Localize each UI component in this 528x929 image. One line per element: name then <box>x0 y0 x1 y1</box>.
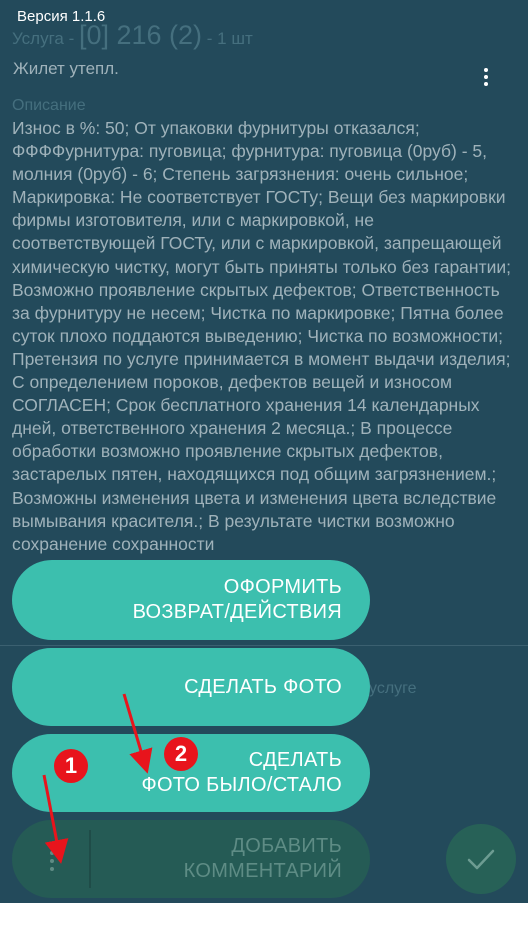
bottom-more-vert-icon[interactable] <box>40 846 64 876</box>
more-vert-icon[interactable] <box>474 60 498 94</box>
take-photo-label: СДЕЛАТЬ ФОТО <box>184 675 342 698</box>
service-label: Услуга - <box>12 29 79 48</box>
add-comment-label: ДОБАВИТЬ КОММЕНТАРИЙ <box>183 835 342 882</box>
take-photo-button[interactable]: СДЕЛАТЬ ФОТО <box>12 648 370 726</box>
description-text: Износ в %: 50; От упаковки фурнитуры отк… <box>12 118 511 554</box>
item-name: Жилет утепл. <box>13 59 119 78</box>
return-actions-label: ОФОРМИТЬ ВОЗВРАТ/ДЕЙСТВИЯ <box>132 576 342 623</box>
divider <box>0 645 528 646</box>
service-code: [0] 216 (2) <box>78 20 203 50</box>
annotation-marker-1: 1 <box>54 749 88 783</box>
return-actions-button[interactable]: ОФОРМИТЬ ВОЗВРАТ/ДЕЙСТВИЯ <box>12 560 370 640</box>
bar-separator <box>89 830 91 888</box>
comment-hint: услуге <box>369 680 417 697</box>
check-icon <box>467 849 495 870</box>
service-header: Услуга - [0] 216 (2) - 1 шт <box>12 20 253 51</box>
description-label: Описание <box>12 97 86 114</box>
annotation-marker-2: 2 <box>164 737 198 771</box>
service-quantity: - 1 шт <box>202 29 253 48</box>
confirm-button[interactable] <box>446 824 516 894</box>
add-comment-button[interactable]: ДОБАВИТЬ КОММЕНТАРИЙ <box>12 820 370 898</box>
